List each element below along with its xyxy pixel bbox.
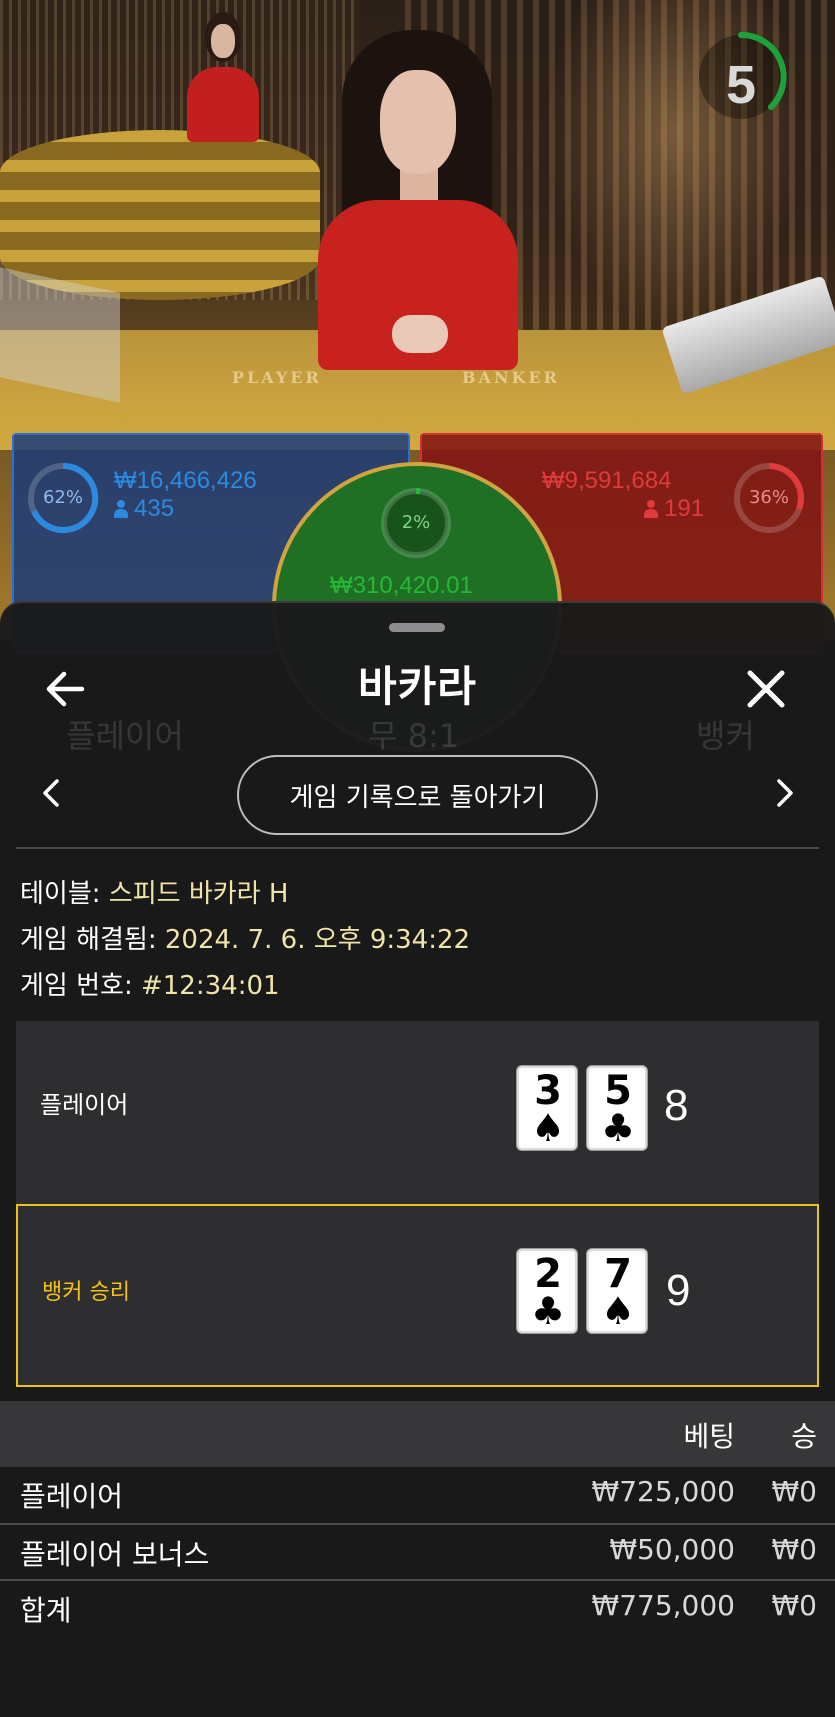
resolved-info-value: 2024. 7. 6. 오후 9:34:22	[164, 925, 471, 955]
bet-column-header: 베팅	[683, 1420, 735, 1453]
sheet-header: 바카라	[0, 643, 835, 723]
bet-total-row: 합계 ₩775,000 ₩0	[0, 1579, 835, 1635]
background-dealer	[183, 12, 263, 142]
next-game-button[interactable]	[764, 773, 804, 813]
playing-card: 2 ♣	[516, 1248, 578, 1334]
bet-total-win: ₩0	[771, 1589, 818, 1622]
win-column-header: 승	[791, 1420, 817, 1453]
bet-row-win: ₩0	[771, 1475, 818, 1508]
card-suit-icon: ♣	[530, 1289, 566, 1333]
bet-total-amount: ₩775,000	[591, 1589, 735, 1622]
player-result-panel: 플레이어 3 ♠ 5 ♣ 8	[16, 1021, 819, 1204]
player-total-amount: ₩16,466,426	[114, 467, 257, 494]
game-history-sheet: 플레이어 무 8:1 뱅커 바카라 게임 기록으로 돌아가기 테이블: 스피드 …	[0, 601, 835, 1717]
table-info-label: 테이블:	[20, 879, 101, 909]
person-icon	[114, 500, 128, 518]
player-count: 435	[114, 495, 174, 523]
bet-row-win: ₩0	[771, 1533, 818, 1566]
close-button[interactable]	[738, 661, 794, 717]
banker-result-label: 뱅커 승리	[42, 1280, 130, 1305]
history-navigation: 게임 기록으로 돌아가기	[0, 755, 835, 835]
player-result-label: 플레이어	[40, 1091, 129, 1119]
bet-row-amount: ₩725,000	[591, 1475, 735, 1508]
card-suit-icon: ♣	[600, 1106, 636, 1150]
bet-total-label: 합계	[20, 1594, 72, 1627]
bet-row: 플레이어 ₩725,000 ₩0	[0, 1467, 835, 1523]
player-count-value: 435	[134, 495, 175, 522]
banker-total-amount: ₩9,591,684	[542, 467, 672, 494]
banker-percent: 36%	[748, 487, 789, 508]
playing-card: 7 ♠	[586, 1248, 648, 1334]
bet-row-amount: ₩50,000	[609, 1533, 735, 1566]
tie-percent-ring: 2%	[379, 486, 453, 560]
card-suit-icon: ♠	[600, 1289, 636, 1333]
sheet-drag-handle[interactable]	[389, 623, 445, 632]
sheet-title: 바카라	[358, 662, 477, 711]
card-suit-icon: ♠	[530, 1106, 566, 1150]
game-number-info: 게임 번호: #12:34:01	[20, 965, 280, 1002]
countdown-value: 5	[725, 55, 757, 115]
player-score: 8	[664, 1081, 689, 1130]
resolved-info: 게임 해결됨: 2024. 7. 6. 오후 9:34:22	[20, 919, 470, 956]
tie-total-amount: ₩310,420.01	[330, 572, 473, 599]
game-number-value: #12:34:01	[140, 971, 280, 1001]
player-percent-ring: 62%	[26, 461, 100, 535]
banker-result-panel: 뱅커 승리 2 ♣ 7 ♠ 9	[16, 1204, 819, 1387]
player-percent: 62%	[42, 487, 83, 508]
bets-table-header: 베팅 승	[0, 1401, 835, 1467]
bet-row-label: 플레이어	[20, 1480, 124, 1513]
background-table	[0, 130, 320, 300]
dealer	[300, 30, 540, 370]
resolved-info-label: 게임 해결됨:	[20, 925, 157, 955]
chevron-right-icon	[777, 779, 793, 807]
tie-percent: 2%	[401, 512, 431, 533]
banker-count-value: 191	[664, 495, 705, 522]
playing-card: 3 ♠	[516, 1065, 578, 1151]
felt-banker-label: BANKER	[462, 368, 560, 387]
return-to-history-button[interactable]: 게임 기록으로 돌아가기	[237, 755, 598, 835]
previous-game-button[interactable]	[32, 773, 72, 813]
bet-row-label: 플레이어 보너스	[20, 1538, 210, 1571]
felt-player-label: PLAYER	[232, 368, 322, 387]
banker-percent-ring: 36%	[732, 461, 806, 535]
chevron-left-icon	[43, 779, 59, 807]
divider	[16, 847, 819, 849]
person-icon	[644, 500, 658, 518]
close-icon	[747, 670, 785, 708]
banker-score: 9	[666, 1266, 691, 1315]
playing-card: 5 ♣	[586, 1065, 648, 1151]
banker-count: 191	[644, 495, 704, 523]
table-info-value: 스피드 바카라 H	[108, 879, 289, 909]
countdown-timer: 5	[696, 31, 804, 140]
bet-row: 플레이어 보너스 ₩50,000 ₩0	[0, 1523, 835, 1579]
table-info: 테이블: 스피드 바카라 H	[20, 873, 288, 910]
game-number-label: 게임 번호:	[20, 971, 133, 1001]
